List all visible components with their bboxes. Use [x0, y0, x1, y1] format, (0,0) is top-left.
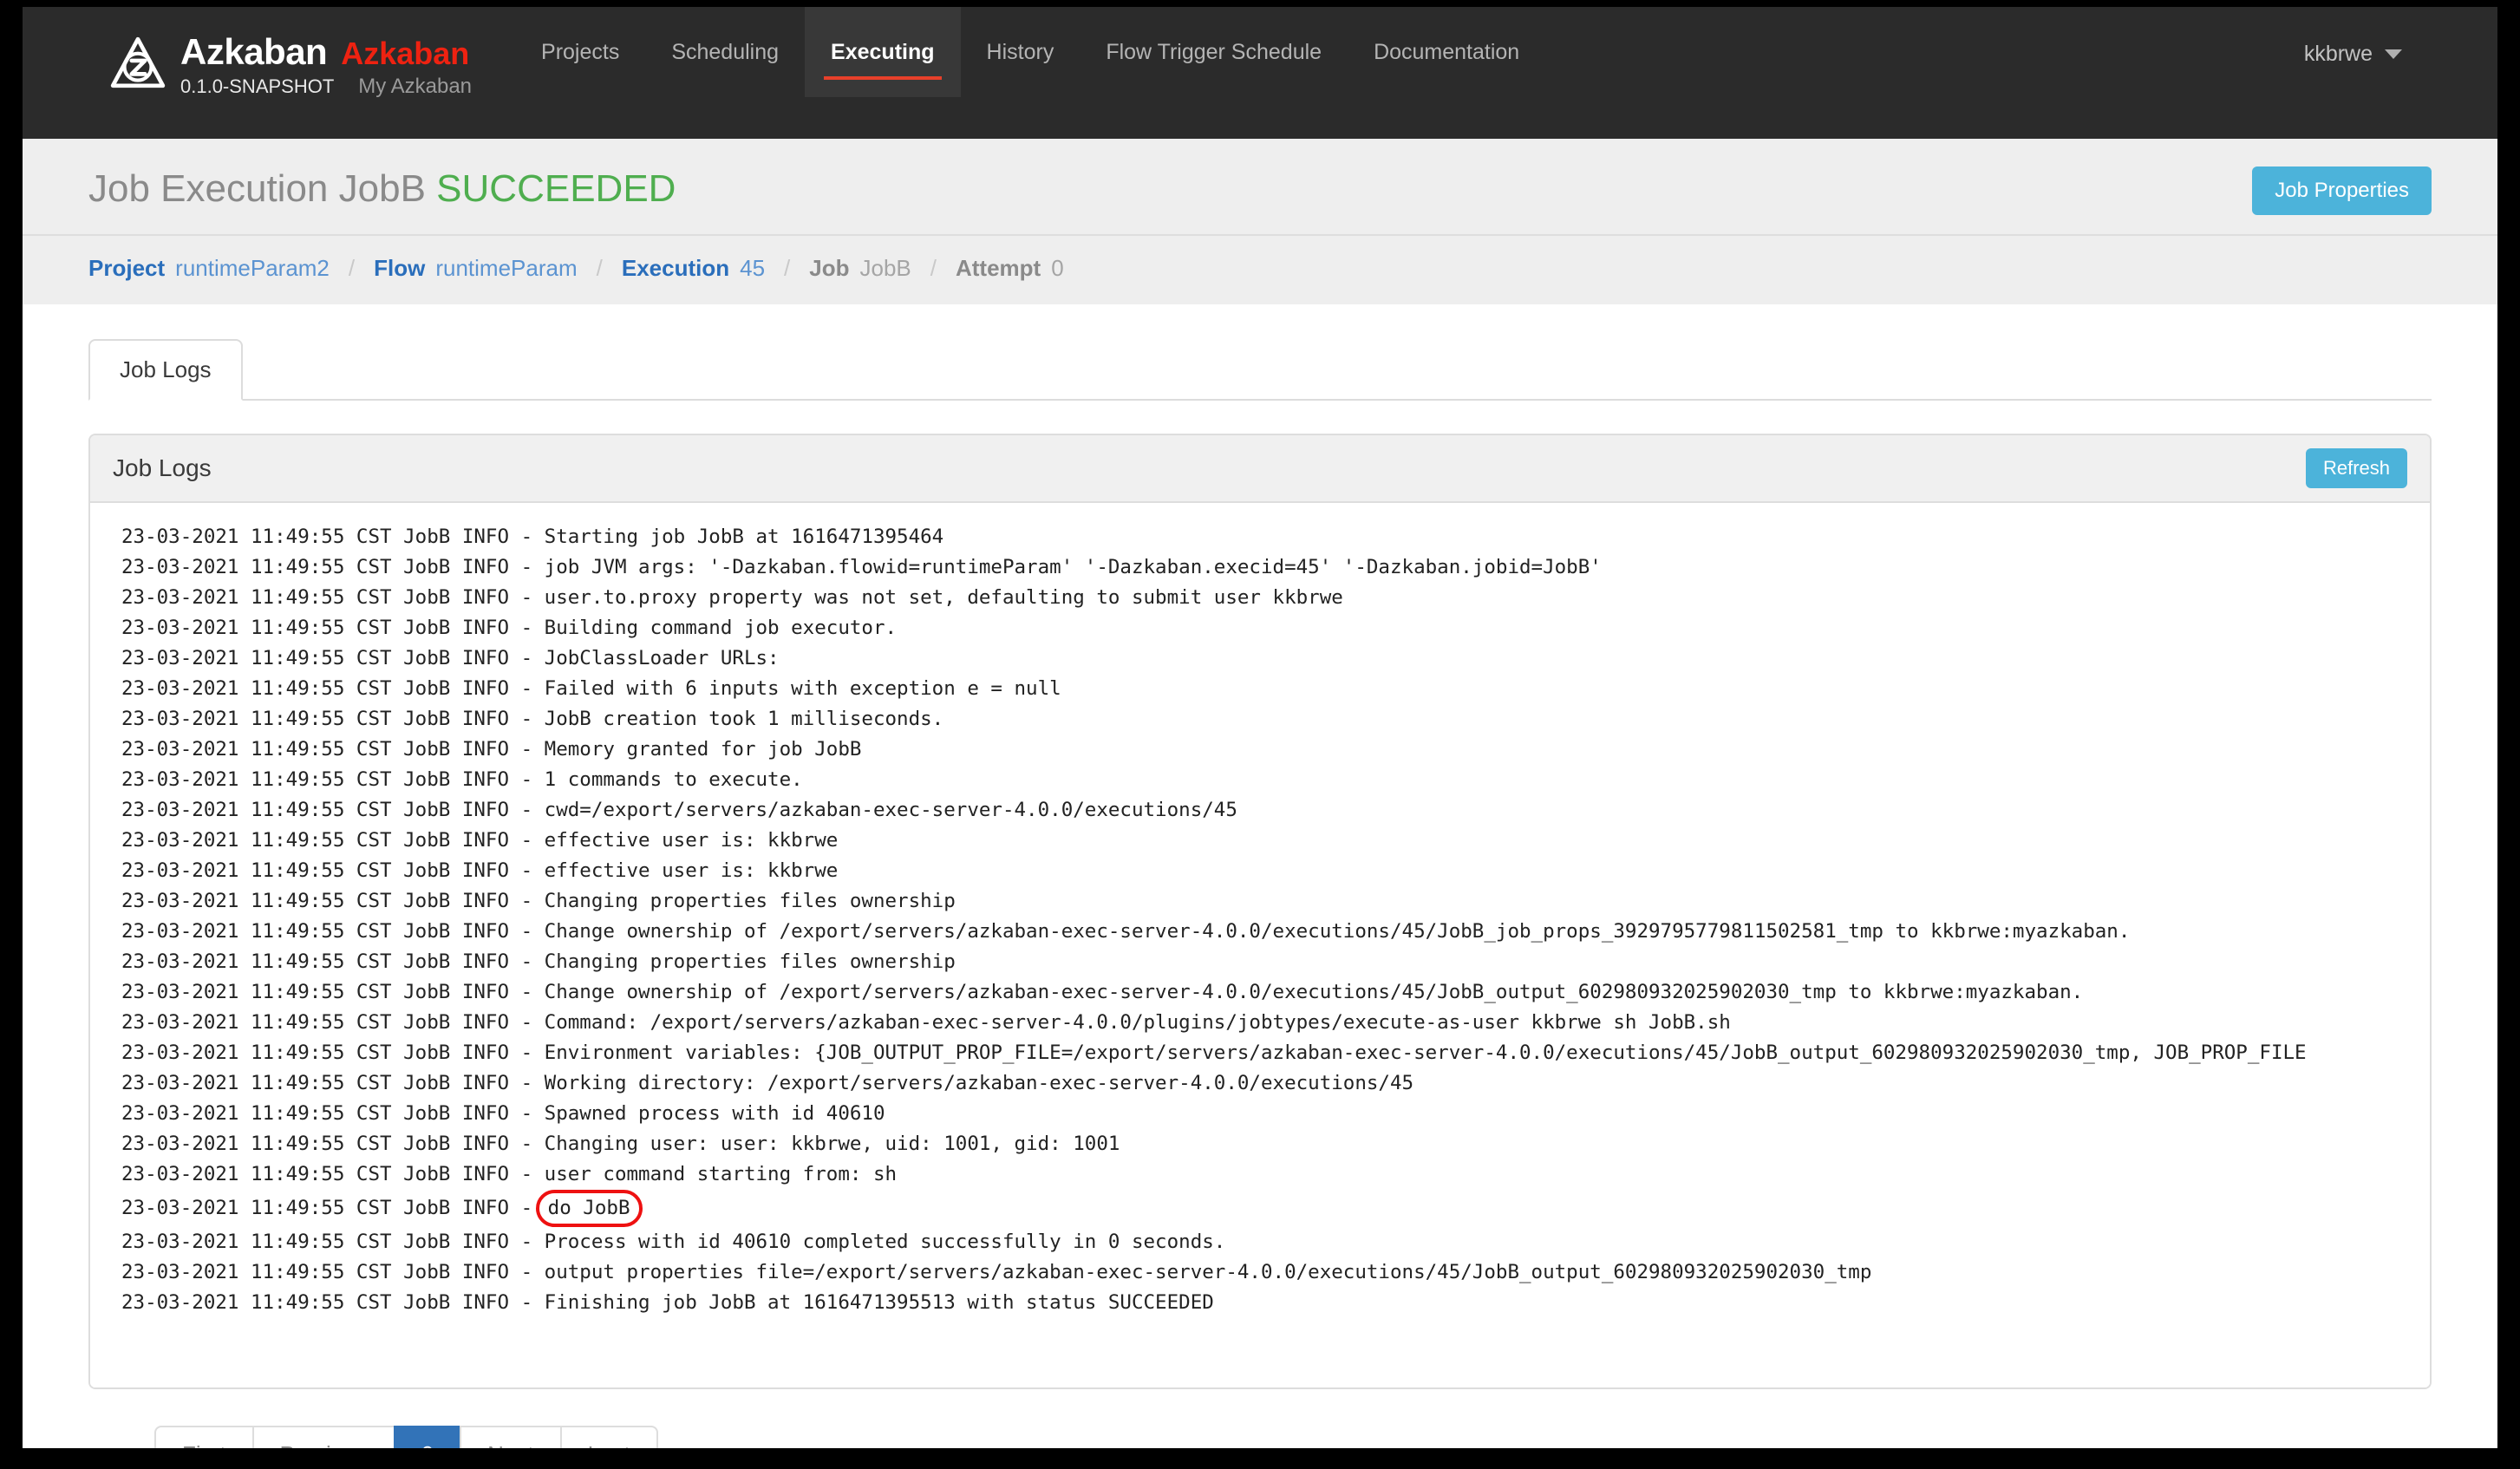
- log-line: 23-03-2021 11:49:55 CST JobB INFO - Chan…: [121, 890, 956, 912]
- breadcrumb-separator: /: [348, 255, 356, 281]
- log-line: 23-03-2021 11:49:55 CST JobB INFO - effe…: [121, 859, 839, 882]
- app-window: Azkaban Azkaban 0.1.0-SNAPSHOT My Azkaba…: [23, 7, 2497, 1448]
- job-logs-panel-header: Job Logs Refresh: [90, 435, 2430, 503]
- log-line: 23-03-2021 11:49:55 CST JobB INFO - outp…: [121, 1261, 1872, 1283]
- nav-item-scheduling[interactable]: Scheduling: [645, 7, 805, 97]
- brand-subtitle: My Azkaban: [358, 75, 473, 98]
- log-line: 23-03-2021 11:49:55 CST JobB INFO - JobB…: [121, 708, 944, 730]
- breadcrumb-key-project: Project: [88, 255, 166, 281]
- log-line: 23-03-2021 11:49:55 CST JobB INFO - job …: [121, 556, 1602, 578]
- breadcrumb: Project runtimeParam2 / Flow runtimePara…: [23, 234, 2497, 304]
- log-line: 23-03-2021 11:49:55 CST JobB INFO - 1 co…: [121, 768, 803, 791]
- log-line: 23-03-2021 11:49:55 CST JobB INFO - user…: [121, 586, 1343, 609]
- user-name: kkbrwe: [2303, 42, 2373, 66]
- breadcrumb-value-project: runtimeParam2: [175, 255, 330, 281]
- tab-bar: Job Logs: [88, 339, 2432, 401]
- user-menu[interactable]: kkbrwe: [2304, 42, 2402, 67]
- breadcrumb-separator: /: [930, 255, 937, 281]
- log-line: 23-03-2021 11:49:55 CST JobB INFO - Fail…: [121, 677, 1061, 700]
- log-line: 23-03-2021 11:49:55 CST JobB INFO - Comm…: [121, 1011, 1731, 1034]
- breadcrumb-item-project[interactable]: Project runtimeParam2: [88, 255, 330, 282]
- log-line-prefix: 23-03-2021 11:49:55 CST JobB INFO -: [121, 1197, 545, 1219]
- refresh-button[interactable]: Refresh: [2305, 448, 2407, 488]
- page-header: Job Execution JobB SUCCEEDED Job Propert…: [23, 139, 2497, 234]
- pagination-last[interactable]: Last: [559, 1426, 658, 1448]
- log-line: 23-03-2021 11:49:55 CST JobB INFO - Work…: [121, 1072, 1414, 1094]
- nav-item-documentation[interactable]: Documentation: [1348, 7, 1545, 97]
- nav-menu: Projects Scheduling Executing History Fl…: [515, 7, 1545, 97]
- page-title-prefix: Job Execution: [88, 167, 329, 210]
- log-line: 23-03-2021 11:49:55 CST JobB INFO - Buil…: [121, 617, 898, 639]
- job-properties-button[interactable]: Job Properties: [2252, 166, 2432, 215]
- job-logs-panel: Job Logs Refresh 23-03-2021 11:49:55 CST…: [88, 434, 2432, 1389]
- breadcrumb-item-flow[interactable]: Flow runtimeParam: [374, 255, 578, 282]
- chevron-down-icon: [2385, 49, 2402, 59]
- nav-item-executing[interactable]: Executing: [805, 7, 961, 97]
- pagination-next[interactable]: Next: [460, 1426, 560, 1448]
- brand-area[interactable]: Azkaban Azkaban 0.1.0-SNAPSHOT My Azkaba…: [23, 7, 472, 99]
- log-line-annotation: do JobB: [535, 1190, 643, 1227]
- status-badge: SUCCEEDED: [436, 167, 676, 210]
- page-title-job-name: JobB: [338, 167, 426, 210]
- breadcrumb-key-flow: Flow: [374, 255, 426, 281]
- log-line: 23-03-2021 11:49:55 CST JobB INFO - Spaw…: [121, 1102, 885, 1125]
- log-line: 23-03-2021 11:49:55 CST JobB INFO - Chan…: [121, 981, 2084, 1003]
- nav-item-history[interactable]: History: [961, 7, 1080, 97]
- log-line: 23-03-2021 11:49:55 CST JobB INFO - JobC…: [121, 647, 780, 669]
- log-line: 23-03-2021 11:49:55 CST JobB INFO - Fini…: [121, 1291, 1214, 1314]
- log-line: 23-03-2021 11:49:55 CST JobB INFO - user…: [121, 1163, 898, 1185]
- log-line: 23-03-2021 11:49:55 CST JobB INFO - effe…: [121, 829, 839, 852]
- nav-item-flow-trigger-schedule[interactable]: Flow Trigger Schedule: [1080, 7, 1348, 97]
- breadcrumb-value-job: JobB: [859, 255, 911, 281]
- breadcrumb-separator: /: [784, 255, 791, 281]
- breadcrumb-item-job: Job JobB: [809, 255, 911, 282]
- azkaban-logo-icon: [110, 36, 166, 88]
- log-line: 23-03-2021 11:49:55 CST JobB INFO - Chan…: [121, 950, 956, 973]
- log-line: 23-03-2021 11:49:55 CST JobB INFO - Chan…: [121, 920, 2131, 943]
- log-line: 23-03-2021 11:49:55 CST JobB INFO - Star…: [121, 526, 944, 548]
- brand-alt-name: Azkaban: [341, 36, 470, 71]
- breadcrumb-value-execution: 45: [740, 255, 766, 281]
- breadcrumb-key-execution: Execution: [621, 255, 730, 281]
- top-navbar: Azkaban Azkaban 0.1.0-SNAPSHOT My Azkaba…: [23, 7, 2497, 139]
- nav-item-projects[interactable]: Projects: [515, 7, 645, 97]
- pagination-first[interactable]: First: [154, 1426, 252, 1448]
- breadcrumb-key-attempt: Attempt: [956, 255, 1041, 281]
- job-logs-output[interactable]: 23-03-2021 11:49:55 CST JobB INFO - Star…: [90, 503, 2430, 1387]
- log-line: 23-03-2021 11:49:55 CST JobB INFO - cwd=…: [121, 799, 1237, 821]
- brand-version: 0.1.0-SNAPSHOT: [180, 75, 335, 97]
- breadcrumb-key-job: Job: [809, 255, 850, 281]
- job-logs-panel-title: Job Logs: [113, 454, 212, 481]
- breadcrumb-item-attempt: Attempt 0: [956, 255, 1064, 282]
- log-line: 23-03-2021 11:49:55 CST JobB INFO - Chan…: [121, 1133, 1120, 1155]
- log-line: 23-03-2021 11:49:55 CST JobB INFO - Envi…: [121, 1041, 2307, 1064]
- log-line: 23-03-2021 11:49:55 CST JobB INFO - Memo…: [121, 738, 862, 761]
- breadcrumb-separator: /: [596, 255, 603, 281]
- main-content: Job Logs Job Logs Refresh 23-03-2021 11:…: [23, 304, 2497, 1448]
- log-line: 23-03-2021 11:49:55 CST JobB INFO - Proc…: [121, 1231, 1226, 1253]
- pagination: First Previous 0 Next Last: [154, 1426, 2366, 1448]
- page-title: Job Execution JobB SUCCEEDED: [88, 170, 676, 208]
- breadcrumb-value-flow: runtimeParam: [435, 255, 578, 281]
- pagination-page-0[interactable]: 0: [393, 1426, 460, 1448]
- pagination-previous[interactable]: Previous: [251, 1426, 394, 1448]
- log-line: 23-03-2021 11:49:55 CST JobB INFO - do J…: [90, 1190, 2430, 1227]
- breadcrumb-item-execution[interactable]: Execution 45: [622, 255, 765, 282]
- brand-name: Azkaban: [180, 31, 328, 72]
- breadcrumb-value-attempt: 0: [1051, 255, 1064, 281]
- tab-job-logs[interactable]: Job Logs: [88, 339, 243, 401]
